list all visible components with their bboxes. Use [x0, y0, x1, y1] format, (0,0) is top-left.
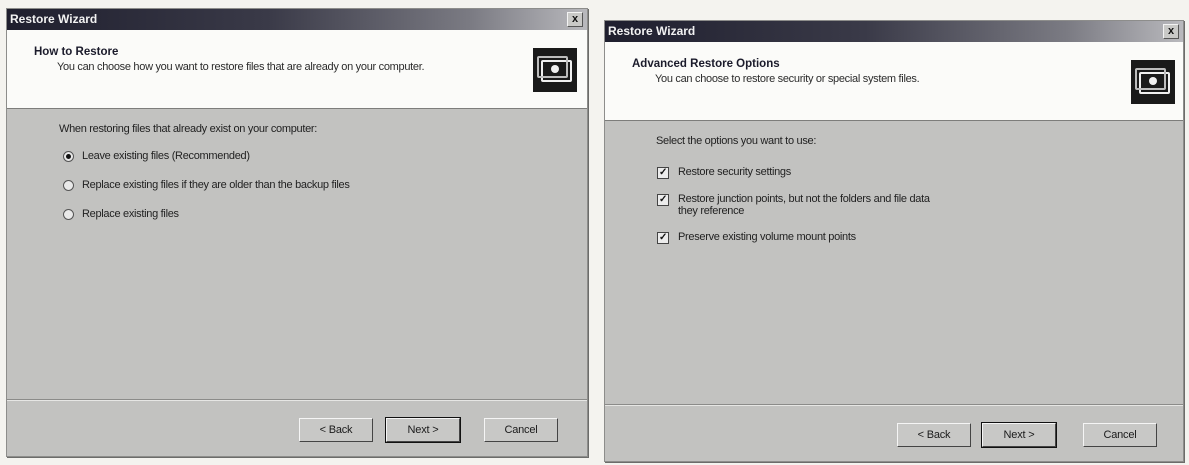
back-button[interactable]: < Back	[299, 418, 373, 442]
page-subtitle: You can choose to restore security or sp…	[655, 73, 920, 85]
window-title: Restore Wizard	[608, 24, 696, 38]
title-bar[interactable]: Restore Wizard x	[605, 21, 1183, 42]
close-button[interactable]: x	[567, 12, 583, 27]
radio-replace-existing[interactable]: Replace existing files	[63, 208, 179, 220]
wizard-footer: < Back Next > Cancel	[605, 404, 1183, 461]
disc-shape	[1149, 77, 1157, 85]
back-button[interactable]: < Back	[897, 423, 971, 447]
close-icon: x	[571, 13, 579, 25]
cancel-button[interactable]: Cancel	[1083, 423, 1157, 447]
close-button[interactable]: x	[1163, 24, 1179, 39]
close-icon: x	[1167, 25, 1175, 37]
radio-replace-if-older[interactable]: Replace existing files if they are older…	[63, 179, 350, 191]
checkbox[interactable]: ✓	[657, 232, 669, 244]
option-label: Preserve existing volume mount points	[678, 231, 856, 243]
checkbox-preserve-mount-points[interactable]: ✓ Preserve existing volume mount points	[657, 231, 856, 244]
checkbox-restore-junction-points[interactable]: ✓ Restore junction points, but not the f…	[657, 193, 930, 217]
page-title: Advanced Restore Options	[632, 58, 780, 70]
option-label: Replace existing files if they are older…	[82, 179, 350, 191]
wizard-footer: < Back Next > Cancel	[7, 399, 587, 456]
restore-wizard-window-advanced-options: Restore Wizard x Advanced Restore Option…	[604, 20, 1184, 462]
next-button[interactable]: Next >	[385, 417, 461, 443]
option-label: Replace existing files	[82, 208, 179, 220]
option-label-continued: they reference	[678, 205, 745, 217]
option-label: Restore junction points, but not the fol…	[678, 193, 930, 205]
checkmark-icon: ✓	[658, 194, 668, 205]
wizard-body: Select the options you want to use: ✓ Re…	[605, 121, 1183, 411]
checkmark-icon: ✓	[658, 167, 668, 178]
checkbox[interactable]: ✓	[657, 194, 669, 206]
cancel-button[interactable]: Cancel	[484, 418, 558, 442]
checkmark-icon: ✓	[658, 232, 668, 243]
restore-wizard-icon	[1131, 60, 1175, 104]
option-label: Leave existing files (Recommended)	[82, 150, 250, 162]
wizard-header: How to Restore You can choose how you wa…	[7, 30, 587, 109]
checkbox[interactable]: ✓	[657, 167, 669, 179]
disc-shape	[551, 65, 559, 73]
option-label: Restore security settings	[678, 166, 791, 178]
radio-button-selected[interactable]	[63, 151, 74, 162]
window-title: Restore Wizard	[10, 12, 98, 26]
title-bar[interactable]: Restore Wizard x	[7, 9, 587, 30]
checkbox-restore-security[interactable]: ✓ Restore security settings	[657, 166, 791, 179]
option-label-group: Restore junction points, but not the fol…	[678, 193, 930, 217]
radio-button[interactable]	[63, 209, 74, 220]
options-prompt: Select the options you want to use:	[656, 135, 817, 147]
restore-wizard-icon	[533, 48, 577, 92]
page-subtitle: You can choose how you want to restore f…	[57, 61, 425, 73]
page-title: How to Restore	[34, 46, 119, 58]
restore-wizard-window-how-to-restore: Restore Wizard x How to Restore You can …	[6, 8, 588, 457]
radio-leave-existing[interactable]: Leave existing files (Recommended)	[63, 150, 250, 162]
wizard-body: When restoring files that already exist …	[7, 109, 587, 399]
wizard-header: Advanced Restore Options You can choose …	[605, 42, 1183, 121]
restore-prompt: When restoring files that already exist …	[59, 123, 318, 135]
next-button[interactable]: Next >	[981, 422, 1057, 448]
radio-button[interactable]	[63, 180, 74, 191]
